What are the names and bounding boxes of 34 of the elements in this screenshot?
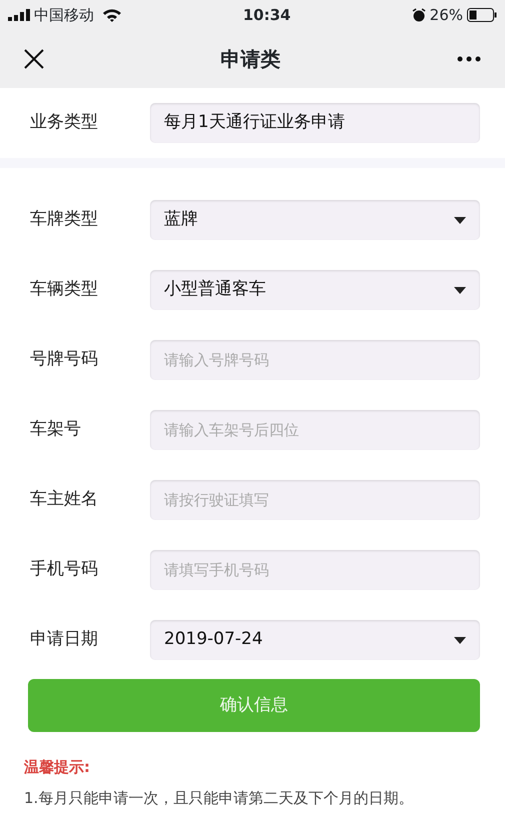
field-label: 号牌号码 (30, 348, 99, 372)
select-field[interactable]: 2019-07-24 (150, 620, 480, 660)
page-title: 申请类 (220, 46, 280, 73)
caret-icon (454, 286, 466, 294)
select-value: 蓝牌 (164, 208, 198, 232)
field-label: 车牌类型 (30, 208, 99, 232)
close-icon[interactable] (24, 49, 44, 69)
select-value: 2019-07-24 (164, 628, 263, 652)
field-label: 车架号 (30, 418, 82, 442)
field-label: 车主姓名 (30, 488, 99, 512)
tip-text: 1.每月只能申请一次，且只能申请第二天及下个月的日期。 (24, 788, 414, 808)
carrier-name: 中国移动 (34, 4, 94, 26)
input-field[interactable]: 请输入车架号后四位 (150, 410, 480, 450)
battery-percent: 26% (430, 4, 463, 26)
wifi-icon (102, 8, 122, 22)
business-type-field: 每月1天通行证业务申请 (150, 103, 480, 143)
tips-title: 温馨提示: (24, 757, 91, 778)
status-time: 10:34 (242, 4, 291, 26)
caret-icon (454, 636, 466, 644)
alarm-icon (412, 8, 426, 22)
select-field[interactable]: 蓝牌 (150, 200, 480, 240)
input-field[interactable]: 请填写手机号码 (150, 550, 480, 590)
select-value: 小型普通客车 (164, 278, 266, 302)
input-field[interactable]: 请按行驶证填写 (150, 480, 480, 520)
field-label: 车辆类型 (30, 278, 99, 302)
field-label: 业务类型 (30, 111, 99, 134)
battery-icon (467, 8, 497, 22)
field-label: 申请日期 (30, 628, 99, 652)
signal-icon (8, 9, 30, 21)
field-label: 手机号码 (30, 558, 99, 582)
input-field[interactable]: 请输入号牌号码 (150, 340, 480, 380)
select-field[interactable]: 小型普通客车 (150, 270, 480, 310)
caret-icon (454, 216, 466, 224)
more-icon[interactable] (457, 56, 481, 62)
